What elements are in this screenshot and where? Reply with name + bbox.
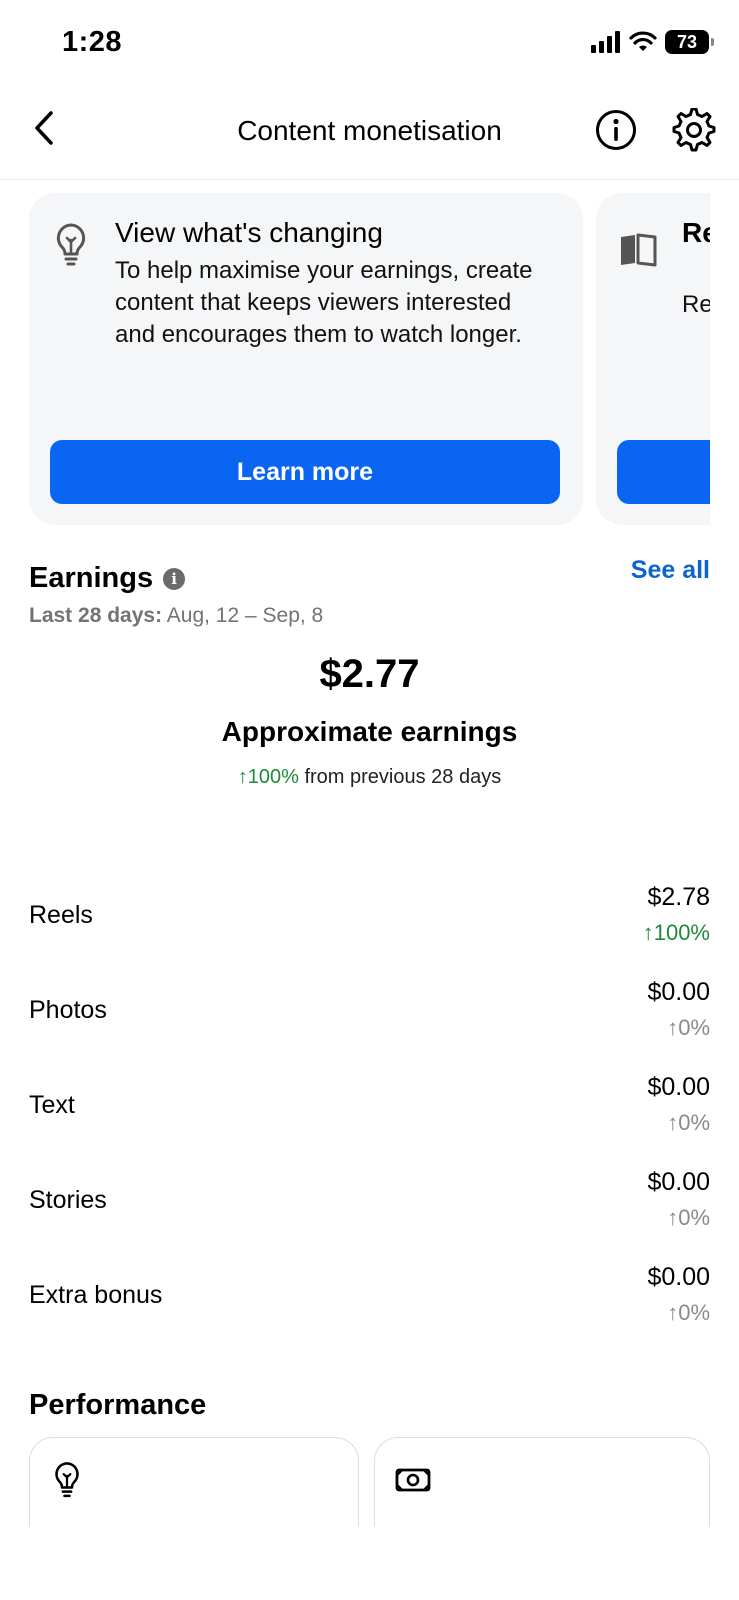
date-range: Last 28 days: Aug, 12 – Sep, 8 [29,604,323,628]
card-title: View what's changing [115,217,383,248]
info-cards-carousel[interactable]: View what's changing To help maximise yo… [0,180,739,530]
status-bar: 1:28 73 [0,0,739,90]
carousel-edge [710,180,739,530]
row-value: $0.00 [647,978,710,1006]
info-button[interactable] [594,108,638,152]
earnings-change-value: ↑100% [237,766,299,788]
status-icons: 73 [591,30,714,54]
card-body: To help maximise your earnings, create c… [115,257,533,348]
info-card-whats-changing: View what's changing To help maximise yo… [29,193,583,525]
learn-more-button[interactable]: Learn more [50,440,560,504]
money-icon [395,1468,431,1492]
row-change: ↑100% [642,920,710,945]
list-item[interactable]: Extra bonus $0.00 ↑0% [29,1253,710,1333]
row-label: Photos [29,996,107,1024]
earnings-subtitle: Approximate earnings [221,716,518,747]
status-time: 1:28 [62,26,123,58]
date-range-value: Aug, 12 – Sep, 8 [166,604,324,627]
cellular-signal-icon [591,31,620,53]
earnings-header: Earnings i [29,562,186,595]
earnings-title: Earnings [29,562,154,594]
row-label: Extra bonus [29,1281,163,1309]
book-icon [621,233,657,267]
row-value: $2.78 [647,883,710,911]
earnings-change: ↑100% from previous 28 days [0,766,739,789]
nav-bar: Content monetisation [0,100,739,180]
lightbulb-icon [56,223,86,266]
row-value: $0.00 [647,1073,710,1101]
list-item[interactable]: Reels $2.78 ↑100% [29,873,710,953]
row-label: Text [29,1091,75,1119]
performance-title: Performance [29,1389,207,1421]
lightbulb-icon [55,1462,79,1498]
bottom-fade [0,1526,739,1600]
row-label: Stories [29,1186,107,1214]
battery-indicator: 73 [665,30,714,54]
see-all-link[interactable]: See all [631,556,710,585]
row-label: Reels [29,901,93,929]
settings-button[interactable] [672,107,716,152]
row-change: ↑0% [667,1300,710,1325]
earnings-info-icon[interactable]: i [163,567,186,590]
list-item[interactable]: Text $0.00 ↑0% [29,1063,710,1143]
wifi-icon [629,31,657,51]
earnings-amount: $2.77 [319,652,420,696]
list-item[interactable]: Photos $0.00 ↑0% [29,968,710,1048]
row-change: ↑0% [667,1110,710,1135]
info-icon [596,110,636,150]
row-value: $0.00 [647,1263,710,1291]
earnings-change-text: from previous 28 days [304,766,502,788]
row-change: ↑0% [667,1205,710,1230]
date-range-label: Last 28 days: [29,604,163,627]
row-change: ↑0% [667,1015,710,1040]
row-value: $0.00 [647,1168,710,1196]
gear-icon [672,107,716,152]
list-item[interactable]: Stories $0.00 ↑0% [29,1158,710,1238]
